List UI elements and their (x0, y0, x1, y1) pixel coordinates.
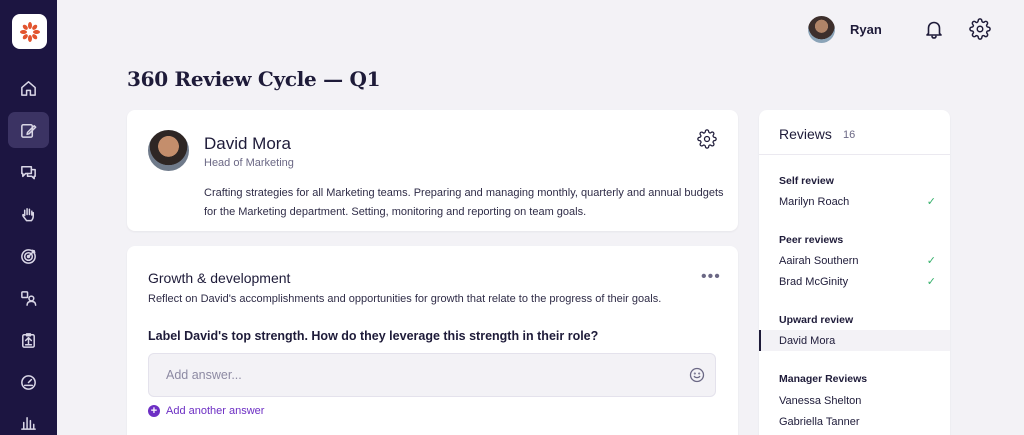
page-title: 360 Review Cycle — Q1 (127, 67, 381, 91)
profile-name: David Mora (204, 134, 291, 153)
profile-card: David Mora Head of Marketing Crafting st… (127, 110, 738, 231)
check-icon: ✓ (926, 196, 936, 208)
settings-gear-icon[interactable] (969, 18, 991, 40)
group-title-self: Self review (779, 175, 834, 187)
growth-development-card: Growth & development ••• Reflect on Davi… (127, 246, 738, 435)
home-icon[interactable] (8, 70, 49, 106)
brand-logo-icon[interactable] (12, 14, 47, 49)
gauge-icon[interactable] (8, 364, 49, 400)
avatar (148, 130, 189, 171)
profile-role: Head of Marketing (204, 157, 294, 169)
reviewer-name: Marilyn Roach (779, 195, 850, 208)
chat-icon[interactable] (8, 154, 49, 190)
people-icon[interactable] (8, 280, 49, 316)
reviewer-name: David Mora (779, 334, 836, 347)
reviewer-name: Brad McGinity (779, 275, 849, 288)
reviewer-name: Gabriella Tanner (779, 415, 860, 428)
profile-description: Crafting strategies for all Marketing te… (204, 187, 724, 218)
review-item[interactable]: Marilyn Roach ✓ (759, 191, 950, 212)
review-item[interactable]: Vanessa Shelton (759, 390, 950, 411)
group-title-manager: Manager Reviews (779, 373, 868, 385)
user-menu[interactable]: Ryan (808, 16, 882, 43)
add-answer-label: Add another answer (166, 405, 265, 417)
plus-circle-icon: + (148, 405, 160, 417)
chart-icon[interactable] (8, 404, 49, 435)
question-label: Label David's top strength. How do they … (148, 329, 599, 343)
review-item[interactable]: Brad McGinity ✓ (759, 271, 950, 292)
group-title-peer: Peer reviews (779, 234, 844, 246)
check-icon: ✓ (926, 255, 936, 267)
review-item[interactable]: Aairah Southern ✓ (759, 250, 950, 271)
target-icon[interactable] (8, 238, 49, 274)
user-name: Ryan (850, 22, 882, 37)
more-options-icon[interactable]: ••• (701, 268, 721, 286)
reviews-title: Reviews (779, 126, 832, 142)
avatar (808, 16, 835, 43)
hand-icon[interactable] (8, 196, 49, 232)
edit-icon[interactable] (8, 112, 49, 148)
review-item-active[interactable]: David Mora (759, 330, 950, 351)
clipboard-icon[interactable] (8, 322, 49, 358)
bell-icon[interactable] (923, 18, 945, 40)
add-another-answer-button[interactable]: + Add another answer (148, 405, 264, 417)
group-title-upward: Upward review (779, 314, 854, 326)
gear-icon[interactable] (697, 129, 717, 149)
section-title: Growth & development (148, 270, 291, 286)
emoji-icon[interactable] (689, 367, 705, 383)
reviews-panel: Reviews 16 Self review Marilyn Roach ✓ P… (759, 110, 950, 435)
section-subtitle: Reflect on David's accomplishments and o… (148, 293, 662, 305)
reviews-header: Reviews 16 (759, 110, 950, 155)
answer-field (148, 353, 716, 397)
reviewer-name: Vanessa Shelton (779, 394, 862, 407)
reviews-count: 16 (843, 129, 856, 141)
answer-input[interactable] (149, 354, 669, 396)
review-item[interactable]: Gabriella Tanner (759, 411, 950, 432)
check-icon: ✓ (926, 276, 936, 288)
reviewer-name: Aairah Southern (779, 254, 859, 267)
sidebar (0, 0, 57, 435)
